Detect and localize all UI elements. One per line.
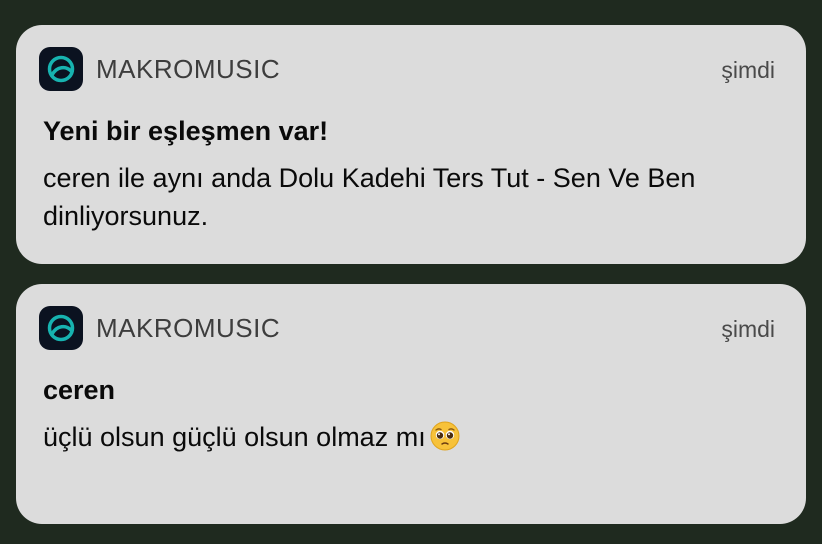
notification-card[interactable]: MAKROMUSIC şimdi ceren üçlü olsun güçlü …	[16, 284, 806, 524]
app-name: MAKROMUSIC	[96, 54, 281, 84]
notification-title: Yeni bir eşleşmen var!	[43, 116, 329, 146]
notification-card[interactable]: MAKROMUSIC şimdi Yeni bir eşleşmen var! …	[16, 25, 806, 264]
makromusic-app-icon	[39, 47, 83, 91]
notification-body: üçlü olsun güçlü olsun olmaz mı	[43, 422, 426, 452]
notification-time: şimdi	[721, 57, 775, 83]
notification-body: ceren ile aynı anda Dolu Kadehi Ters Tut…	[43, 163, 696, 231]
makromusic-app-icon	[39, 306, 83, 350]
pleading-face-emoji	[430, 421, 460, 451]
app-name: MAKROMUSIC	[96, 313, 281, 343]
notification-time: şimdi	[721, 316, 775, 342]
notification-body-line: üçlü olsun güçlü olsun olmaz mı	[43, 418, 793, 456]
notification-title: ceren	[43, 375, 116, 405]
